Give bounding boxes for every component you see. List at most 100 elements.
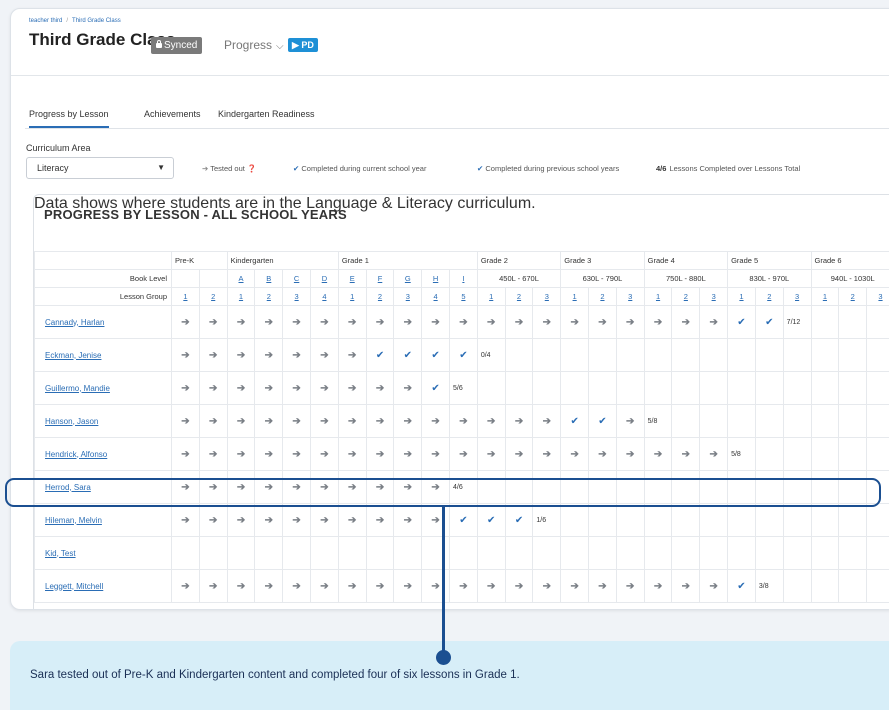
lesson-group-cell[interactable]: 3 [282, 287, 311, 306]
empty-cell [699, 536, 729, 570]
tested-out-cell: ➔ [560, 305, 590, 339]
grade-header-cell: Grade 4 [643, 251, 729, 270]
empty-cell [643, 536, 673, 570]
legend-tested-out: ➔ Tested out ❓ [202, 164, 256, 173]
empty-cell [671, 338, 701, 372]
lesson-group-cell[interactable]: 2 [671, 287, 701, 306]
lesson-group-cell[interactable]: 2 [588, 287, 617, 306]
tested-out-cell: ➔ [393, 503, 423, 537]
student-name-link[interactable]: Hileman, Melvin [45, 516, 102, 525]
empty-cell [810, 404, 840, 438]
tested-out-cell: ➔ [643, 305, 673, 339]
tested-out-cell: ➔ [171, 338, 200, 372]
empty-cell [615, 503, 645, 537]
lesson-group-cell[interactable]: 3 [782, 287, 812, 306]
progress-label: Progress [224, 38, 273, 52]
breadcrumb-teacher[interactable]: teacher third [29, 18, 62, 24]
lesson-group-cell[interactable]: 1 [337, 287, 367, 306]
empty-cell [476, 536, 506, 570]
ratio-cell: 5/6 [449, 371, 478, 405]
lesson-group-cell[interactable]: 2 [198, 287, 228, 306]
lesson-group-cell[interactable]: 3 [699, 287, 729, 306]
arrow-right-icon: ➔ [653, 580, 663, 592]
info-icon[interactable]: ❓ [247, 164, 256, 173]
empty-cell [476, 470, 506, 504]
tested-out-cell: ➔ [449, 305, 478, 339]
lesson-group-cell[interactable]: 1 [643, 287, 673, 306]
lesson-group-cell[interactable]: 3 [615, 287, 645, 306]
empty-cell [810, 470, 840, 504]
empty-cell [838, 503, 868, 537]
empty-cell [588, 536, 617, 570]
empty-cell [810, 503, 840, 537]
lesson-group-cell[interactable]: 1 [171, 287, 200, 306]
lesson-group-cell[interactable]: 1 [810, 287, 840, 306]
tested-out-cell: ➔ [337, 503, 367, 537]
arrow-right-icon: ➔ [403, 382, 412, 394]
breadcrumb-class[interactable]: Third Grade Class [72, 18, 121, 24]
empty-cell [671, 371, 701, 405]
student-name-link[interactable]: Leggett, Mitchell [45, 582, 103, 591]
tested-out-cell: ➔ [615, 404, 645, 438]
lesson-group-cell[interactable]: 3 [393, 287, 423, 306]
empty-cell [699, 503, 729, 537]
ratio-cell: 5/8 [727, 437, 756, 471]
tab-bar: Progress by Lesson Achievements Kinderga… [25, 100, 889, 129]
double-check-icon: ✔ [431, 349, 440, 361]
lesson-group-cell[interactable]: 4 [421, 287, 450, 306]
lesson-group-cell[interactable]: 1 [727, 287, 756, 306]
lesson-group-cell[interactable]: 3 [866, 287, 889, 306]
student-name-link[interactable]: Cannady, Harlan [45, 318, 104, 327]
tab-kindergarten-readiness[interactable]: Kindergarten Readiness [218, 100, 315, 128]
tested-out-cell: ➔ [226, 404, 256, 438]
curriculum-area-label: Curriculum Area [26, 143, 91, 153]
arrow-right-icon: ➔ [542, 415, 552, 427]
student-name-link[interactable]: Guillermo, Mandie [45, 384, 110, 393]
empty-cell [615, 470, 645, 504]
lesson-group-cell[interactable]: 3 [532, 287, 562, 306]
empty-cell [810, 371, 840, 405]
empty-cell [643, 371, 673, 405]
student-name-link[interactable]: Kid, Test [45, 549, 76, 558]
arrow-right-icon: ➔ [431, 415, 440, 427]
student-name-link[interactable]: Hanson, Jason [45, 417, 98, 426]
arrow-right-icon: ➔ [236, 316, 246, 328]
lesson-group-cell[interactable]: 2 [254, 287, 284, 306]
tested-out-cell: ➔ [476, 404, 506, 438]
tested-out-cell: ➔ [171, 404, 200, 438]
curriculum-area-select[interactable]: Literacy ▼ [26, 157, 174, 179]
tested-out-cell: ➔ [310, 569, 339, 603]
progress-dropdown[interactable]: Progress ⌵ [224, 38, 284, 52]
lesson-group-cell[interactable]: 5 [449, 287, 478, 306]
arrow-right-icon: ➔ [375, 316, 385, 328]
tab-progress-by-lesson[interactable]: Progress by Lesson [29, 100, 109, 128]
lesson-group-cell[interactable]: 1 [226, 287, 256, 306]
tested-out-cell: ➔ [198, 305, 228, 339]
lesson-group-cell[interactable]: 1 [560, 287, 590, 306]
book-level-cell [198, 269, 228, 288]
lesson-group-cell[interactable]: 2 [365, 287, 395, 306]
tested-out-cell: ➔ [365, 503, 395, 537]
student-name-link[interactable]: Hendrick, Alfonso [45, 450, 107, 459]
pd-button[interactable]: ▶ PD [288, 38, 318, 52]
double-check-icon: ✔ [459, 514, 468, 526]
student-name-link[interactable]: Herrod, Sara [45, 483, 91, 492]
empty-cell [310, 536, 339, 570]
lesson-group-cell[interactable]: 2 [504, 287, 534, 306]
empty-cell [782, 338, 812, 372]
student-name-link[interactable]: Eckman, Jenise [45, 351, 101, 360]
completed-cell: ✔ [393, 338, 423, 372]
lesson-group-cell[interactable]: 2 [838, 287, 868, 306]
lesson-group-cell[interactable]: 1 [476, 287, 506, 306]
arrow-right-icon: ➔ [375, 448, 385, 460]
arrow-right-icon: ➔ [487, 316, 496, 328]
arrow-right-icon: ➔ [431, 514, 440, 526]
tested-out-cell: ➔ [337, 371, 367, 405]
arrow-right-icon: ➔ [292, 415, 301, 427]
arrow-right-icon: ➔ [236, 448, 246, 460]
tab-achievements[interactable]: Achievements [144, 100, 201, 128]
arrow-right-icon: ➔ [292, 382, 301, 394]
arrow-right-icon: ➔ [375, 514, 385, 526]
lesson-group-cell[interactable]: 2 [754, 287, 784, 306]
lesson-group-cell[interactable]: 4 [310, 287, 339, 306]
